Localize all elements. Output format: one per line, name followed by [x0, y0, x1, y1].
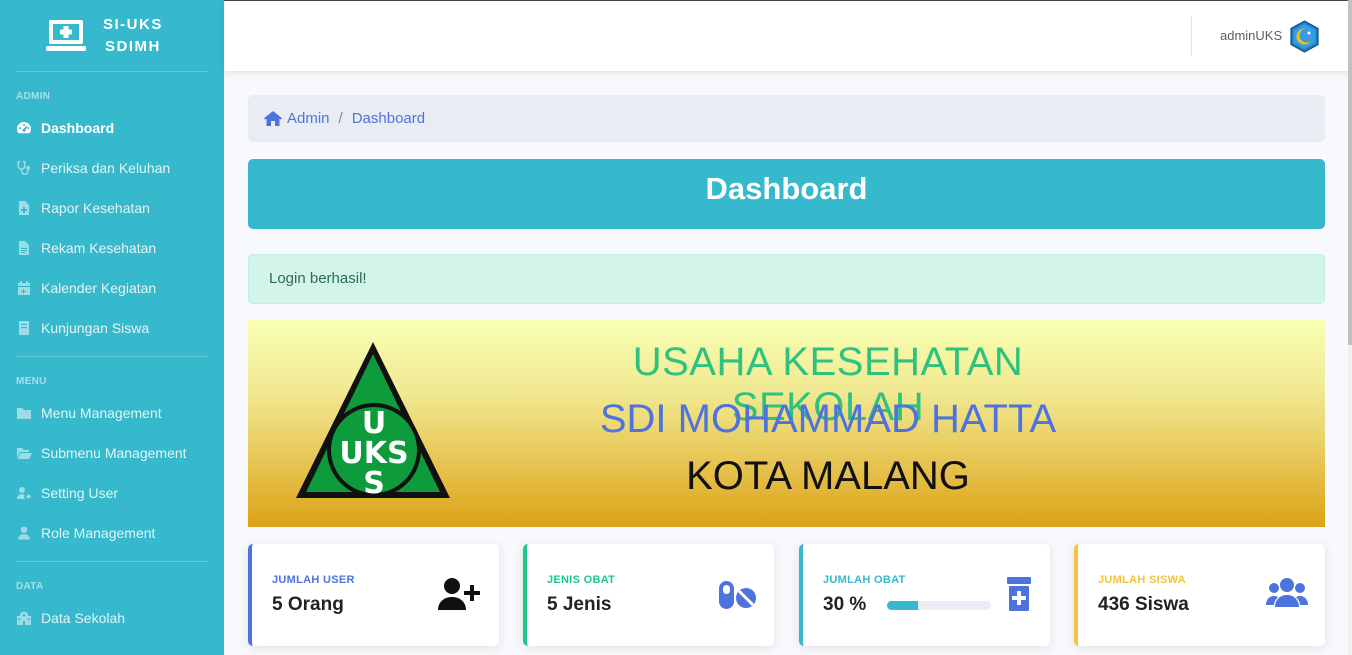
sidebar-item-rapor-kesehatan[interactable]: Rapor Kesehatan [0, 188, 224, 228]
avatar[interactable] [1288, 20, 1321, 53]
user-plus-icon [438, 578, 480, 610]
breadcrumb: Admin / Dashboard [248, 95, 1325, 142]
card-value: 5 Orang [272, 594, 344, 615]
sidebar-item-label: Role Management [41, 525, 156, 541]
card-value: 436 Siswa [1098, 594, 1189, 615]
laptop-medical-icon [46, 19, 86, 51]
sidebar-item-label: Dashboard [41, 120, 115, 136]
card-value: 30 % [823, 594, 867, 615]
sidebar-item-setting-user[interactable]: Setting User [0, 473, 224, 513]
sidebar-item-role-management[interactable]: Role Management [0, 513, 224, 553]
prescription-bottle-icon [1007, 577, 1031, 611]
card-label: JUMLAH SISWA [1098, 574, 1186, 586]
uks-logo: U UKS S [296, 342, 450, 501]
card-label: JUMLAH USER [272, 574, 355, 586]
progress-bar [887, 601, 991, 610]
sidebar-item-label: Rapor Kesehatan [41, 200, 150, 216]
file-medical-icon [19, 201, 29, 215]
card-jenis-obat: JENIS OBAT 5 Jenis [523, 544, 774, 646]
sidebar-heading-admin: ADMIN [16, 91, 51, 102]
sidebar-item-label: Rekam Kesehatan [41, 240, 157, 256]
card-label: JENIS OBAT [547, 574, 616, 586]
page-title: Dashboard [248, 159, 1325, 229]
brand-line1: SI-UKS [103, 15, 163, 33]
brand-text: SI-UKS SDIMH [103, 14, 163, 58]
sidebar-item-rekam-kesehatan[interactable]: Rekam Kesehatan [0, 228, 224, 268]
brand[interactable]: SI-UKS SDIMH [0, 0, 224, 71]
card-jumlah-user: JUMLAH USER 5 Orang [248, 544, 499, 646]
book-icon [19, 321, 29, 335]
progress-bar-fill [887, 601, 919, 610]
breadcrumb-home[interactable]: Admin [287, 110, 330, 127]
card-value: 5 Jenis [547, 594, 612, 615]
breadcrumb-separator: / [338, 110, 343, 127]
sidebar-item-kunjungan-siswa[interactable]: Kunjungan Siswa [0, 308, 224, 348]
sidebar-item-dashboard[interactable]: Dashboard [0, 108, 224, 148]
alert-success: Login berhasil! [248, 254, 1325, 304]
sidebar-heading-menu: MENU [16, 376, 47, 387]
sidebar-item-submenu-management[interactable]: Submenu Management [0, 433, 224, 473]
file-alt-icon [19, 241, 29, 255]
uks-logo-letter-s: S [363, 466, 385, 501]
sidebar: SI-UKS SDIMH ADMIN Dashboard Periksa dan… [0, 0, 224, 655]
folder-icon [17, 408, 31, 419]
scrollbar-thumb[interactable] [1348, 0, 1352, 345]
stethoscope-icon [17, 161, 31, 175]
banner-line-2: SDI MOHAMMAD HATTA [599, 397, 1057, 441]
sidebar-item-label: Kalender Kegiatan [41, 280, 157, 296]
home-icon[interactable] [264, 111, 282, 126]
school-icon [17, 611, 31, 625]
sidebar-item-periksa-keluhan[interactable]: Periksa dan Keluhan [0, 148, 224, 188]
topbar: adminUKS [224, 0, 1352, 71]
user-cog-icon [17, 487, 31, 499]
uks-banner: U UKS S USAHA KESEHATAN SEKOLAH SDI MOHA… [248, 320, 1325, 527]
card-label: JUMLAH OBAT [823, 574, 906, 586]
folder-open-icon [17, 448, 32, 459]
calendar-icon [18, 281, 30, 295]
topbar-divider [1191, 16, 1192, 56]
banner-line-3: KOTA MALANG [686, 454, 970, 498]
brand-line2: SDIMH [105, 37, 161, 55]
sidebar-item-label: Data Sekolah [41, 610, 126, 626]
breadcrumb-current[interactable]: Dashboard [352, 110, 425, 127]
card-jumlah-obat: JUMLAH OBAT 30 % [799, 544, 1050, 646]
sidebar-item-label: Kunjungan Siswa [41, 320, 150, 336]
card-jumlah-siswa: JUMLAH SISWA 436 Siswa [1074, 544, 1325, 646]
sidebar-heading-data: DATA [16, 581, 44, 592]
sidebar-item-data-sekolah[interactable]: Data Sekolah [0, 598, 224, 638]
sidebar-item-label: Menu Management [41, 405, 162, 421]
sidebar-item-label: Periksa dan Keluhan [41, 160, 171, 176]
scrollbar[interactable] [1348, 0, 1352, 655]
user-icon [18, 526, 30, 540]
user-name[interactable]: adminUKS [1220, 28, 1282, 43]
sidebar-item-kalender-kegiatan[interactable]: Kalender Kegiatan [0, 268, 224, 308]
sidebar-item-menu-management[interactable]: Menu Management [0, 393, 224, 433]
pills-icon [719, 581, 756, 609]
sidebar-item-label: Setting User [41, 485, 119, 501]
sidebar-item-label: Submenu Management [41, 445, 187, 461]
tachometer-icon [17, 122, 31, 134]
users-icon [1266, 578, 1308, 607]
